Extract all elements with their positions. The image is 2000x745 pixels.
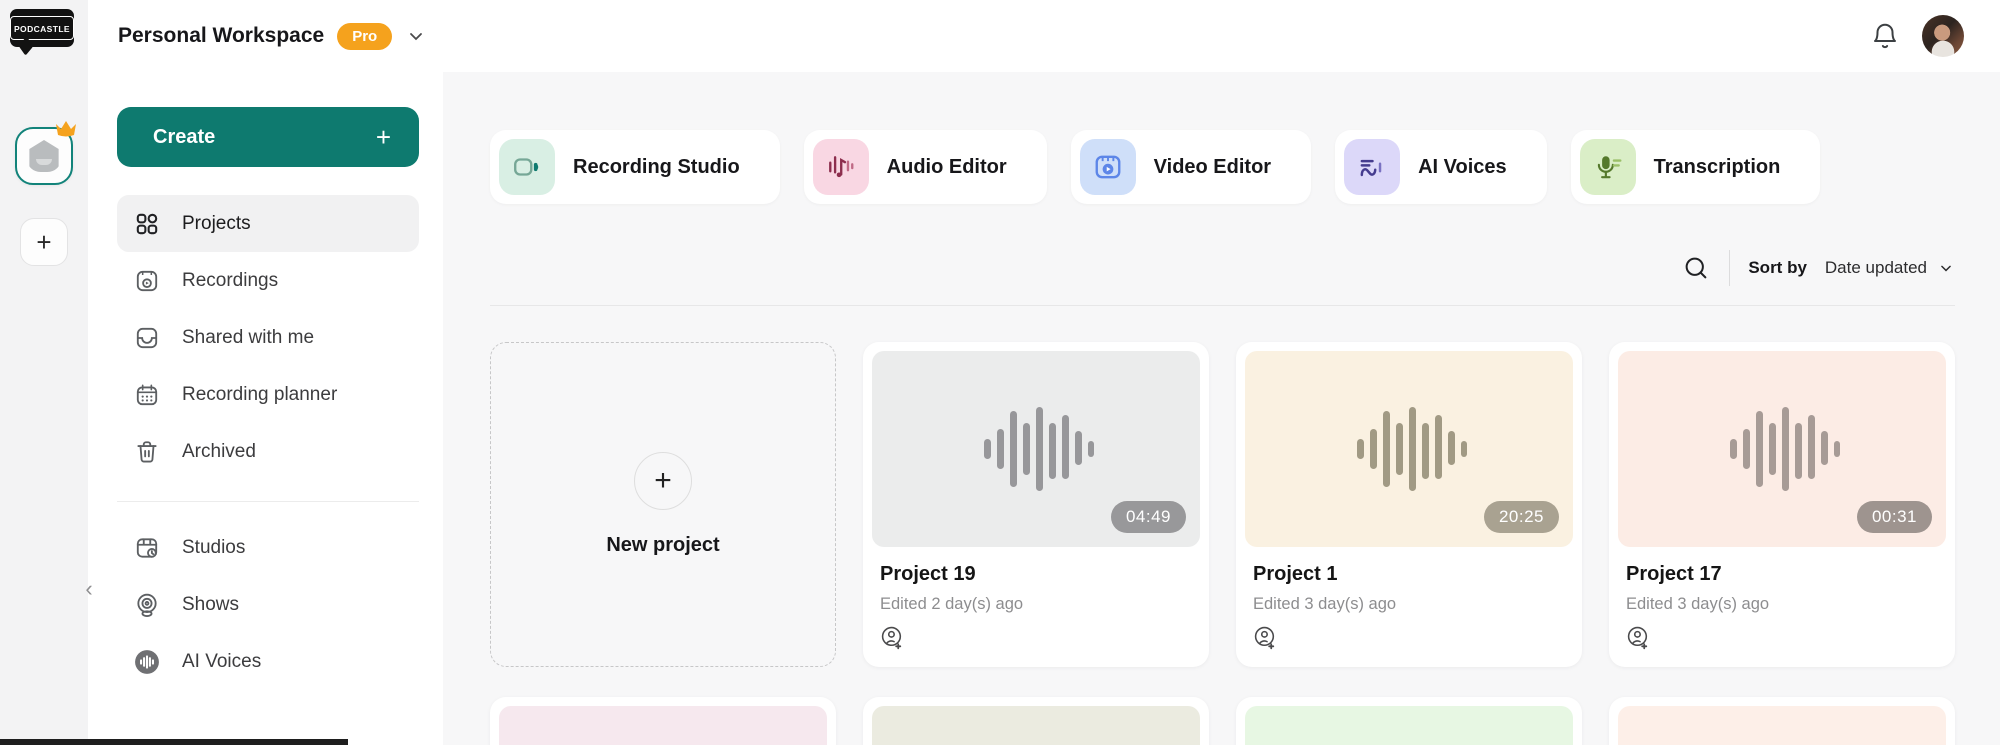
sort-dropdown[interactable]: Date updated: [1825, 258, 1955, 278]
sidebar-item-recording-planner[interactable]: Recording planner: [117, 366, 419, 423]
new-project-card[interactable]: + New project: [490, 342, 836, 667]
project-title: Project 19: [880, 563, 976, 585]
project-edited-text: Edited 3 day(s) ago: [1626, 595, 1770, 613]
pro-plan-badge: Pro: [337, 22, 393, 50]
project-card[interactable]: [863, 697, 1209, 745]
podcastle-logo[interactable]: PODCASTLE: [9, 9, 75, 56]
invite-person-icon[interactable]: [1253, 626, 1278, 651]
project-card[interactable]: 00:31 Project 17 Edited 3 day(s) ago: [1609, 342, 1955, 667]
waveform-icon: [1357, 407, 1467, 491]
project-edited-text: Edited 3 day(s) ago: [1253, 595, 1397, 613]
section-divider: [490, 305, 1955, 306]
top-header: Personal Workspace Pro: [88, 0, 2000, 72]
tool-card-transcription[interactable]: Transcription: [1570, 130, 1821, 204]
sidebar-item-archived[interactable]: Archived: [117, 423, 419, 480]
tool-card-ai-voices[interactable]: AI Voices: [1335, 130, 1547, 204]
invite-person-icon[interactable]: [880, 626, 905, 651]
workspace-switcher-button[interactable]: [15, 121, 76, 185]
tool-shortcuts-row: Recording Studio Audio Editor Video Edit…: [490, 130, 1821, 204]
project-card[interactable]: [490, 697, 836, 745]
chevron-down-icon[interactable]: [405, 25, 427, 47]
project-edited-text: Edited 2 day(s) ago: [880, 595, 1024, 613]
sidebar-collapse-chevron[interactable]: ‹: [80, 574, 98, 604]
crown-icon: [56, 121, 76, 137]
ai-voices-tool-icon: [1344, 139, 1401, 195]
notifications-bell-icon[interactable]: [1870, 21, 1900, 51]
sidebar-item-studios[interactable]: Studios: [117, 519, 419, 576]
audio-editor-icon: [812, 139, 869, 195]
recording-play-icon: [136, 270, 158, 291]
shows-mic-icon: [137, 593, 157, 617]
sidebar-item-recordings[interactable]: Recordings: [117, 252, 419, 309]
project-thumbnail: 00:31: [1618, 351, 1946, 547]
project-thumbnail: [1245, 706, 1573, 745]
studio-schedule-icon: [136, 537, 158, 558]
chevron-down-icon: [1941, 265, 1951, 272]
project-thumbnail: [499, 706, 827, 745]
create-button[interactable]: Create +: [117, 107, 419, 167]
tool-card-recording-studio[interactable]: Recording Studio: [490, 130, 780, 204]
sidebar-item-shows[interactable]: Shows: [117, 576, 419, 633]
transcription-icon: [1579, 139, 1636, 195]
workspace-title: Personal Workspace: [118, 24, 325, 47]
podcastle-logo-text: PODCASTLE: [13, 24, 71, 34]
user-avatar[interactable]: [1922, 15, 1964, 57]
project-title: Project 17: [1626, 563, 1722, 585]
shared-inbox-icon: [136, 327, 158, 348]
vertical-divider: [1729, 250, 1731, 286]
sidebar-nav: Projects Recordings Shared with me Recor…: [88, 195, 443, 690]
workspace-avatar: [29, 140, 59, 172]
plus-icon: +: [634, 452, 692, 510]
search-icon[interactable]: [1681, 253, 1711, 283]
sidebar-item-projects[interactable]: Projects: [117, 195, 419, 252]
video-editor-icon: [1079, 139, 1136, 195]
duration-badge: 20:25: [1483, 501, 1559, 533]
project-thumbnail: [872, 706, 1200, 745]
calendar-icon: [136, 383, 158, 405]
sidebar-item-ai-voices[interactable]: AI Voices: [117, 633, 419, 690]
projects-grid: + New project 04:49 Project 19 Edited 2 …: [490, 342, 1955, 745]
project-thumbnail: 04:49: [872, 351, 1200, 547]
waveform-icon: [1730, 407, 1840, 491]
sidebar-divider: [117, 501, 419, 502]
main-content: Recording Studio Audio Editor Video Edit…: [443, 72, 2000, 745]
duration-badge: 00:31: [1856, 501, 1932, 533]
waveform-icon: [984, 407, 1094, 491]
project-card[interactable]: 20:25 Project 1 Edited 3 day(s) ago: [1236, 342, 1582, 667]
bottom-cutoff-strip: [0, 739, 348, 745]
sort-by-label: Sort by: [1748, 258, 1807, 277]
invite-person-icon[interactable]: [1626, 626, 1651, 651]
ai-voices-wave-icon: [135, 649, 159, 674]
plus-icon: +: [375, 121, 391, 152]
tool-card-audio-editor[interactable]: Audio Editor: [803, 130, 1047, 204]
add-workspace-button[interactable]: +: [20, 218, 68, 266]
project-thumbnail: 20:25: [1245, 351, 1573, 547]
duration-badge: 04:49: [1110, 501, 1186, 533]
project-card[interactable]: [1609, 697, 1955, 745]
workspace-title-group[interactable]: Personal Workspace Pro: [88, 22, 427, 50]
sidebar: Create + Projects Recordings Shared with: [88, 72, 443, 745]
project-title: Project 1: [1253, 563, 1338, 585]
tool-card-video-editor[interactable]: Video Editor: [1070, 130, 1312, 204]
grid-icon: [136, 213, 158, 234]
recording-studio-icon: [499, 139, 555, 195]
project-thumbnail: [1618, 706, 1946, 745]
filter-bar: Sort by Date updated: [1681, 250, 1955, 286]
trash-icon: [137, 440, 157, 462]
left-rail: PODCASTLE +: [0, 0, 348, 745]
project-card[interactable]: [1236, 697, 1582, 745]
sidebar-item-shared-with-me[interactable]: Shared with me: [117, 309, 419, 366]
project-card[interactable]: 04:49 Project 19 Edited 2 day(s) ago: [863, 342, 1209, 667]
